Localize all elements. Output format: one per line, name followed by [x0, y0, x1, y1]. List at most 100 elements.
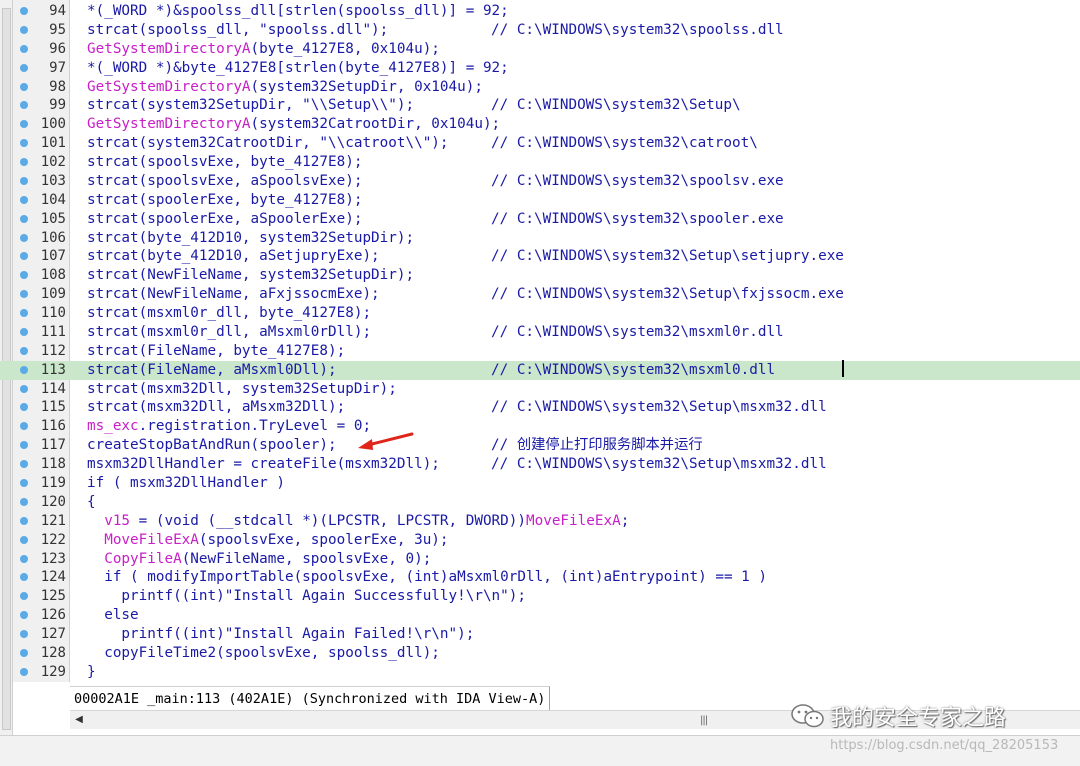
breakpoint-dot-icon[interactable] [20, 384, 28, 393]
code-line[interactable]: 105 strcat(spoolerExe, aSpoolerExe); // C:… [0, 210, 1080, 229]
code-line[interactable]: 128 copyFileTime2(spoolsvExe, spoolss_dl… [0, 644, 1080, 663]
code-text[interactable]: GetSystemDirectoryA(system32CatrootDir, … [87, 115, 500, 134]
code-text[interactable]: MoveFileExA(spoolsvExe, spoolerExe, 3u); [87, 531, 448, 550]
code-text[interactable]: strcat(FileName, byte_4127E8); [87, 342, 345, 361]
breakpoint-dot-icon[interactable] [20, 290, 28, 299]
code-line[interactable]: 95 strcat(spoolss_dll, "spoolss.dll"); // … [0, 21, 1080, 40]
code-line[interactable]: 110 strcat(msxml0r_dll, byte_4127E8); [0, 304, 1080, 323]
code-text[interactable]: strcat(system32SetupDir, "\\Setup\\"); [87, 96, 414, 115]
code-line[interactable]: 109 strcat(NewFileName, aFxjssocmExe); // … [0, 285, 1080, 304]
breakpoint-dot-icon[interactable] [20, 611, 28, 620]
code-text[interactable]: copyFileTime2(spoolsvExe, spoolss_dll); [87, 644, 440, 663]
code-line[interactable]: 104 strcat(spoolerExe, byte_4127E8); [0, 191, 1080, 210]
code-line[interactable]: 129} [0, 663, 1080, 682]
code-line-current[interactable]: 113 strcat(FileName, aMsxml0Dll); // C:\WI… [0, 360, 1080, 380]
code-text[interactable]: CopyFileA(NewFileName, spoolsvExe, 0); [87, 550, 431, 569]
breakpoint-dot-icon[interactable] [20, 44, 28, 53]
code-line[interactable]: 107 strcat(byte_412D10, aSetjupryExe); // … [0, 247, 1080, 266]
code-text[interactable]: } [87, 663, 96, 682]
breakpoint-dot-icon[interactable] [20, 101, 28, 110]
code-text[interactable]: strcat(NewFileName, aFxjssocmExe); [87, 285, 380, 304]
breakpoint-dot-icon[interactable] [20, 554, 28, 563]
code-line[interactable]: 106 strcat(byte_412D10, system32SetupDir)… [0, 229, 1080, 248]
code-text[interactable]: *(_WORD *)&spoolss_dll[strlen(spoolss_dl… [87, 2, 509, 21]
code-line[interactable]: 122 MoveFileExA(spoolsvExe, spoolerExe, … [0, 531, 1080, 550]
code-text[interactable]: strcat(msxml0r_dll, aMsxml0rDll); [87, 323, 371, 342]
scroll-left-icon[interactable]: ◀ [70, 711, 88, 729]
code-line[interactable]: 114 strcat(msxm32Dll, system32SetupDir); [0, 380, 1080, 399]
code-line[interactable]: 102 strcat(spoolsvExe, byte_4127E8); [0, 153, 1080, 172]
breakpoint-dot-icon[interactable] [20, 120, 28, 129]
code-text[interactable]: v15 = (void (__stdcall *)(LPCSTR, LPCSTR… [87, 512, 629, 531]
code-line[interactable]: 112 strcat(FileName, byte_4127E8); [0, 342, 1080, 361]
code-line[interactable]: 99 strcat(system32SetupDir, "\\Setup\\");… [0, 96, 1080, 115]
code-line[interactable]: 116 ms_exc.registration.TryLevel = 0; [0, 417, 1080, 436]
breakpoint-dot-icon[interactable] [20, 158, 28, 167]
breakpoint-dot-icon[interactable] [20, 460, 28, 469]
code-line[interactable]: 111 strcat(msxml0r_dll, aMsxml0rDll); // C… [0, 323, 1080, 342]
code-text[interactable]: strcat(spoolerExe, aSpoolerExe); [87, 210, 362, 229]
code-line[interactable]: 117 createStopBatAndRun(spooler); // 创建停止打… [0, 436, 1080, 455]
code-text[interactable]: strcat(FileName, aMsxml0Dll); [87, 361, 337, 380]
breakpoint-dot-icon[interactable] [20, 25, 28, 34]
breakpoint-dot-icon[interactable] [20, 592, 28, 601]
breakpoint-dot-icon[interactable] [20, 233, 28, 242]
breakpoint-dot-icon[interactable] [20, 648, 28, 657]
code-text[interactable]: strcat(byte_412D10, aSetjupryExe); [87, 247, 380, 266]
code-text[interactable]: strcat(spoolsvExe, aSpoolsvExe); [87, 172, 362, 191]
code-line[interactable]: 97 *(_WORD *)&byte_4127E8[strlen(byte_412… [0, 59, 1080, 78]
breakpoint-dot-icon[interactable] [20, 365, 28, 374]
code-text[interactable]: else [87, 606, 138, 625]
code-text[interactable]: GetSystemDirectoryA(system32SetupDir, 0x… [87, 78, 483, 97]
breakpoint-dot-icon[interactable] [20, 422, 28, 431]
code-line[interactable]: 120 { [0, 493, 1080, 512]
code-line[interactable]: 127 printf((int)"Install Again Failed!\r… [0, 625, 1080, 644]
breakpoint-dot-icon[interactable] [20, 195, 28, 204]
code-text[interactable]: strcat(msxml0r_dll, byte_4127E8); [87, 304, 371, 323]
breakpoint-dot-icon[interactable] [20, 403, 28, 412]
code-line[interactable]: 123 CopyFileA(NewFileName, spoolsvExe, 0… [0, 550, 1080, 569]
code-line[interactable]: 101 strcat(system32CatrootDir, "\\catroot… [0, 134, 1080, 153]
code-line[interactable]: 108 strcat(NewFileName, system32SetupDir)… [0, 266, 1080, 285]
breakpoint-dot-icon[interactable] [20, 441, 28, 450]
code-line[interactable]: 125 printf((int)"Install Again Successfu… [0, 587, 1080, 606]
code-line[interactable]: 124 if ( modifyImportTable(spoolsvExe, (… [0, 568, 1080, 587]
code-line[interactable]: 118 msxm32DllHandler = createFile(msxm32D… [0, 455, 1080, 474]
code-text[interactable]: *(_WORD *)&byte_4127E8[strlen(byte_4127E… [87, 59, 509, 78]
code-text[interactable]: strcat(msxm32Dll, system32SetupDir); [87, 380, 397, 399]
code-text[interactable]: if ( modifyImportTable(spoolsvExe, (int)… [87, 568, 767, 587]
code-line[interactable]: 94 *(_WORD *)&spoolss_dll[strlen(spoolss_… [0, 2, 1080, 21]
breakpoint-dot-icon[interactable] [20, 7, 28, 15]
breakpoint-dot-icon[interactable] [20, 667, 28, 676]
code-line[interactable]: 121 v15 = (void (__stdcall *)(LPCSTR, LP… [0, 512, 1080, 531]
breakpoint-dot-icon[interactable] [20, 346, 28, 355]
code-text[interactable]: { [87, 493, 96, 512]
breakpoint-dot-icon[interactable] [20, 139, 28, 148]
breakpoint-dot-icon[interactable] [20, 252, 28, 261]
code-text[interactable]: printf((int)"Install Again Failed!\r\n")… [87, 625, 474, 644]
code-text[interactable]: strcat(msxm32Dll, aMsxm32Dll); [87, 398, 345, 417]
breakpoint-dot-icon[interactable] [20, 497, 28, 506]
breakpoint-dot-icon[interactable] [20, 327, 28, 336]
breakpoint-dot-icon[interactable] [20, 176, 28, 185]
code-text[interactable]: strcat(NewFileName, system32SetupDir); [87, 266, 414, 285]
code-line[interactable]: 96 GetSystemDirectoryA(byte_4127E8, 0x104… [0, 40, 1080, 59]
code-text[interactable]: strcat(spoolss_dll, "spoolss.dll"); [87, 21, 388, 40]
code-text[interactable]: strcat(system32CatrootDir, "\\catroot\\"… [87, 134, 449, 153]
code-line[interactable]: 100 GetSystemDirectoryA(system32CatrootDi… [0, 115, 1080, 134]
breakpoint-dot-icon[interactable] [20, 271, 28, 280]
breakpoint-dot-icon[interactable] [20, 309, 28, 318]
code-text[interactable]: createStopBatAndRun(spooler); [87, 436, 337, 455]
breakpoint-dot-icon[interactable] [20, 630, 28, 639]
code-text[interactable]: ms_exc.registration.TryLevel = 0; [87, 417, 371, 436]
code-line[interactable]: 119 if ( msxm32DllHandler ) [0, 474, 1080, 493]
breakpoint-dot-icon[interactable] [20, 516, 28, 525]
code-line[interactable]: 103 strcat(spoolsvExe, aSpoolsvExe); // C:… [0, 172, 1080, 191]
breakpoint-dot-icon[interactable] [20, 535, 28, 544]
code-text[interactable]: strcat(byte_412D10, system32SetupDir); [87, 229, 414, 248]
breakpoint-dot-icon[interactable] [20, 214, 28, 223]
code-text[interactable]: printf((int)"Install Again Successfully!… [87, 587, 526, 606]
breakpoint-dot-icon[interactable] [20, 82, 28, 91]
scroll-grip-icon[interactable]: ||| [700, 715, 708, 726]
code-line[interactable]: 98 GetSystemDirectoryA(system32SetupDir, … [0, 78, 1080, 97]
